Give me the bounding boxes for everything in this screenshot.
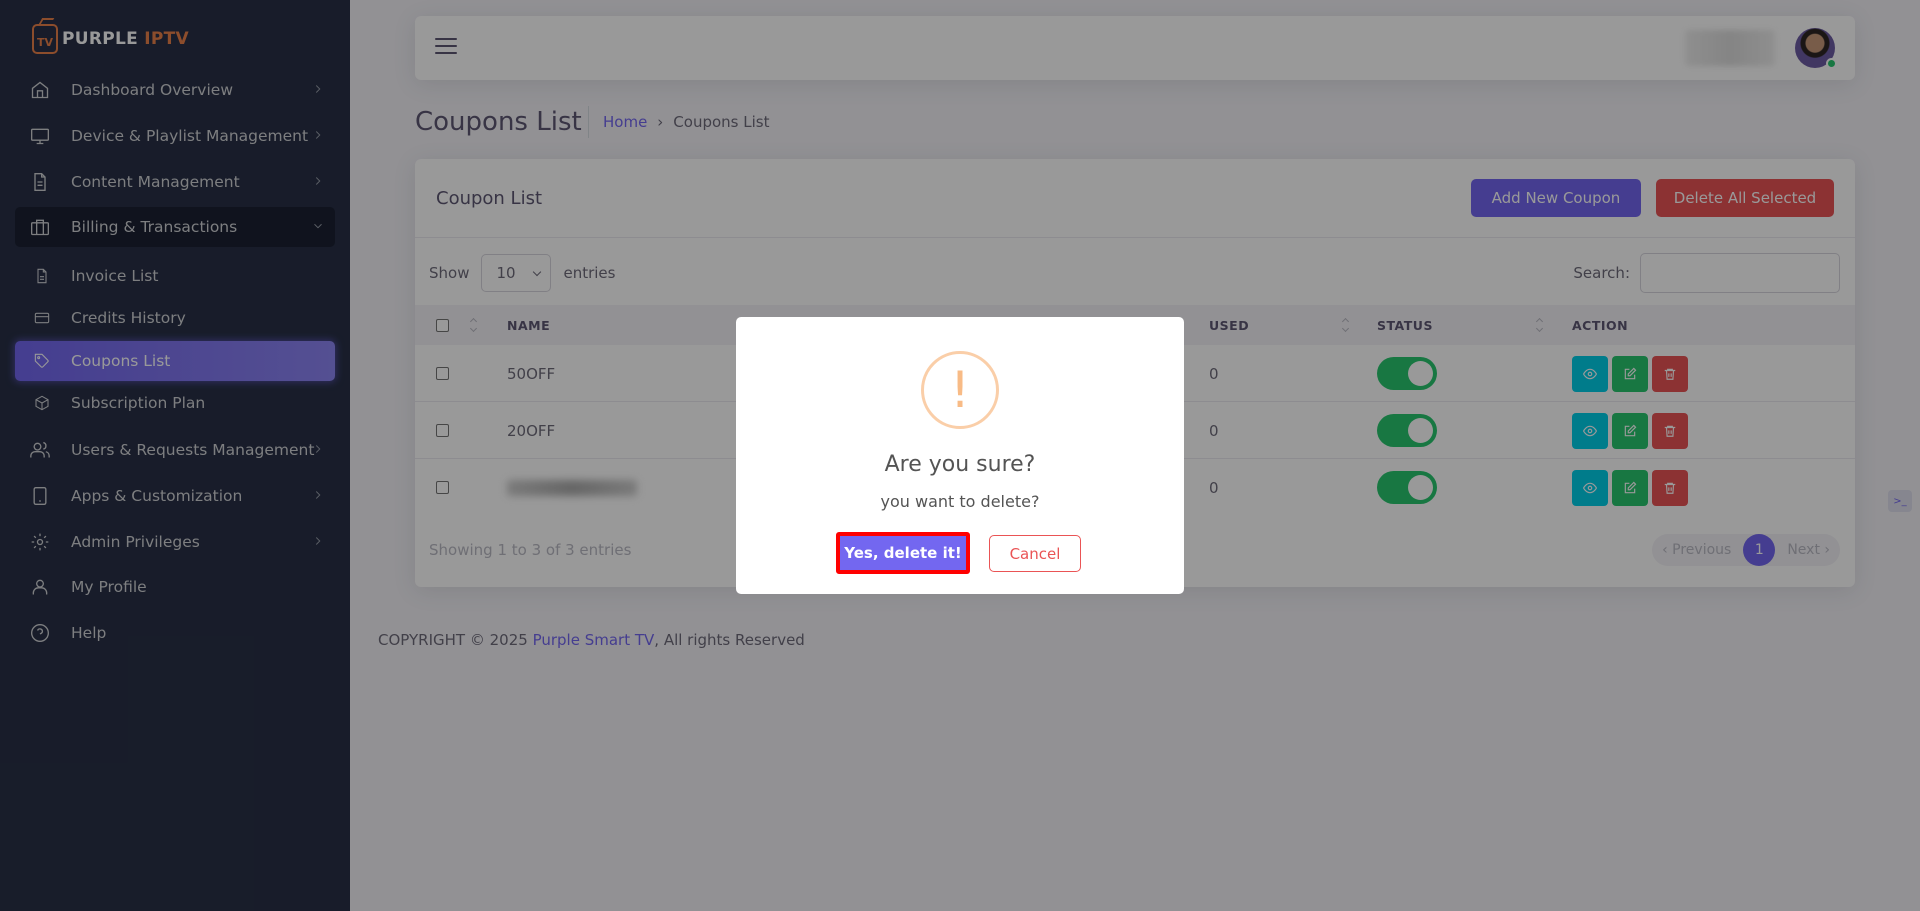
confirm-delete-button[interactable]: Yes, delete it! <box>836 532 970 574</box>
cancel-button[interactable]: Cancel <box>989 535 1081 572</box>
confirm-delete-dialog: ! Are you sure? you want to delete? Yes,… <box>736 317 1184 594</box>
dialog-title: Are you sure? <box>884 452 1036 477</box>
warning-icon: ! <box>921 351 999 429</box>
dialog-text: you want to delete? <box>880 492 1040 511</box>
